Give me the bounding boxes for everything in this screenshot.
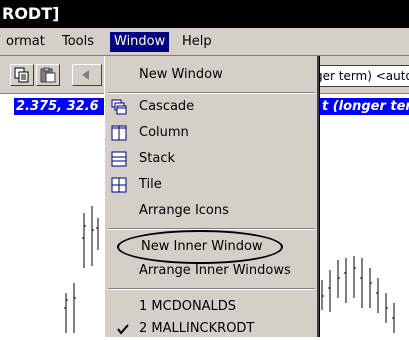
menu-window-label: Window bbox=[114, 34, 166, 49]
paste-icon bbox=[40, 67, 56, 83]
menu-tools[interactable]: Tools bbox=[58, 32, 98, 52]
menu-item-new-window[interactable]: New Window bbox=[105, 64, 318, 86]
stack-label: Stack bbox=[139, 151, 175, 166]
menu-item-arrange-inner-windows[interactable]: Arrange Inner Windows bbox=[105, 260, 318, 282]
checkmark-icon bbox=[117, 324, 129, 335]
menu-help[interactable]: Help bbox=[178, 32, 216, 52]
cascade-label: Cascade bbox=[139, 99, 195, 114]
window-title-bar: RODT] bbox=[0, 0, 409, 28]
arrange-icons-label: Arrange Icons bbox=[139, 203, 229, 218]
study-combo[interactable]: ger term) <auto: bbox=[312, 65, 409, 87]
menu-item-column[interactable]: Column bbox=[105, 122, 318, 144]
new-inner-window-label: New Inner Window bbox=[141, 239, 263, 254]
menu-tools-label: Tools bbox=[62, 34, 95, 49]
stack-icon bbox=[111, 151, 127, 167]
new-window-label: New Window bbox=[139, 67, 223, 82]
column-label: Column bbox=[139, 125, 189, 140]
menu-bar: ormat Tools Window Help bbox=[0, 28, 409, 56]
toolbar-button-3[interactable] bbox=[72, 64, 102, 86]
study-title-readout: t (longer term bbox=[320, 98, 409, 115]
window-menu: New Window Cascade Column Stack Tile Arr… bbox=[104, 56, 319, 337]
cascade-icon bbox=[111, 99, 127, 115]
tile-icon bbox=[111, 177, 127, 193]
menu-item-tile[interactable]: Tile bbox=[105, 174, 318, 196]
menu-item-new-inner-window[interactable]: New Inner Window bbox=[105, 236, 318, 258]
doc-1-label: 1 MCDONALDS bbox=[139, 299, 237, 314]
menu-separator bbox=[108, 92, 315, 94]
copy-icon bbox=[14, 67, 29, 83]
menu-item-stack[interactable]: Stack bbox=[105, 148, 318, 170]
menu-help-label: Help bbox=[182, 34, 212, 49]
menu-item-arrange-icons[interactable]: Arrange Icons bbox=[105, 200, 318, 222]
price-readout: 2.375, 32.6 bbox=[14, 98, 106, 115]
paste-button[interactable] bbox=[36, 64, 60, 86]
copy-button[interactable] bbox=[10, 64, 34, 86]
menu-separator bbox=[108, 228, 315, 230]
column-icon bbox=[111, 125, 127, 141]
arrange-inner-windows-label: Arrange Inner Windows bbox=[139, 263, 291, 278]
arrow-icon bbox=[82, 70, 89, 80]
menu-item-cascade[interactable]: Cascade bbox=[105, 96, 318, 118]
menu-window[interactable]: Window bbox=[110, 32, 170, 52]
menu-separator bbox=[108, 288, 315, 290]
menu-format-label: ormat bbox=[6, 34, 45, 49]
tile-label: Tile bbox=[139, 177, 162, 192]
menu-format[interactable]: ormat bbox=[2, 32, 49, 52]
window-title: RODT] bbox=[2, 4, 60, 23]
menu-item-doc-1[interactable]: 1 MCDONALDS bbox=[105, 296, 318, 318]
